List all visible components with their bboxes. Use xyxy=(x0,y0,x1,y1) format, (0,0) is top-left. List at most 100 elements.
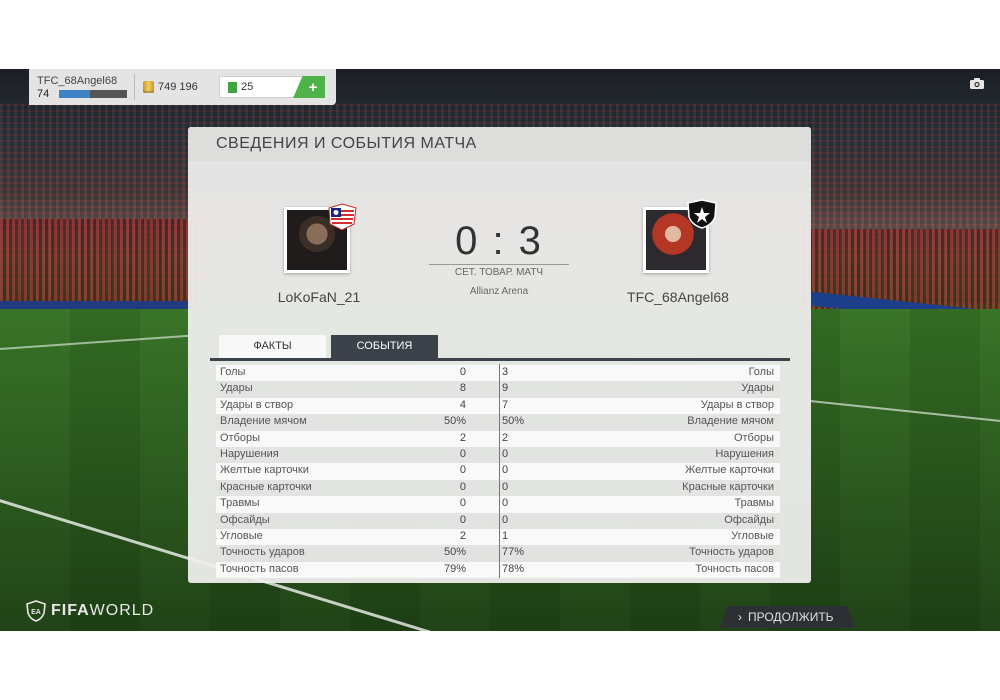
stat-value-home: 0 xyxy=(459,480,466,493)
stat-label-away: Красные карточки xyxy=(682,480,774,493)
stat-row: Точность ударов 50% 77% Точность ударов xyxy=(216,545,780,562)
points-icon xyxy=(228,81,237,93)
stat-label-away: Владение мячом xyxy=(687,415,774,428)
stat-label-away: Травмы xyxy=(734,497,774,510)
player-info[interactable]: TFC_68Angel68 74 xyxy=(29,75,134,100)
match-summary-panel: СВЕДЕНИЯ И СОБЫТИЯ МАТЧА LoKoFaN_21 0 : … xyxy=(188,127,811,583)
stadium-crowd-left xyxy=(0,219,200,309)
stat-row: Желтые карточки 0 0 Желтые карточки xyxy=(216,463,780,480)
stat-value-away: 77% xyxy=(502,546,525,559)
stat-row: Голы 0 3 Голы xyxy=(216,365,780,382)
coins-balance: 749 196 xyxy=(135,81,213,93)
stat-value-away: 0 xyxy=(502,480,509,493)
stat-label-home: Офсайды xyxy=(220,513,270,526)
stat-label-home: Отборы xyxy=(220,431,261,444)
camera-icon[interactable] xyxy=(970,78,984,89)
add-points-button[interactable]: + xyxy=(293,76,325,98)
stat-value-home: 2 xyxy=(459,529,466,542)
tab-facts[interactable]: ФАКТЫ xyxy=(219,335,326,358)
stat-label-away: Голы xyxy=(748,366,774,378)
tab-underline xyxy=(210,358,790,361)
stat-value-home: 50% xyxy=(443,546,466,559)
stat-label-home: Красные карточки xyxy=(220,480,312,493)
stat-value-away: 0 xyxy=(502,497,509,510)
away-team-name: TFC_68Angel68 xyxy=(627,289,729,305)
stat-label-away: Офсайды xyxy=(724,513,774,526)
stat-label-away: Удары в створ xyxy=(700,398,774,411)
stat-value-away: 0 xyxy=(502,447,509,460)
stat-value-away: 2 xyxy=(502,431,509,444)
stat-value-away: 50% xyxy=(502,415,525,428)
xp-progress-bar xyxy=(59,89,127,98)
stat-row: Владение мячом 50% 50% Владение мячом xyxy=(216,414,780,431)
page-title: СВЕДЕНИЯ И СОБЫТИЯ МАТЧА xyxy=(216,135,477,152)
stat-value-home: 8 xyxy=(459,382,466,395)
stat-value-away: 3 xyxy=(502,366,509,378)
stat-label-away: Отборы xyxy=(733,431,774,444)
stat-label-home: Удары в створ xyxy=(220,398,294,411)
stat-label-away: Желтые карточки xyxy=(685,464,774,477)
stat-label-away: Точность пасов xyxy=(695,562,774,575)
match-type: СЕТ. ТОВАР. МАТЧ xyxy=(454,267,544,278)
stat-row: Отборы 2 2 Отборы xyxy=(216,430,780,447)
stat-label-home: Желтые карточки xyxy=(220,464,309,477)
continue-button[interactable]: › ПРОДОЛЖИТЬ xyxy=(720,606,855,628)
stat-value-away: 0 xyxy=(502,464,509,477)
stat-label-home: Нарушения xyxy=(220,447,279,460)
player-hud: TFC_68Angel68 74 749 196 25 + xyxy=(29,69,336,105)
stat-label-away: Угловые xyxy=(731,529,774,542)
points-value: 25 xyxy=(241,81,254,93)
stat-row: Нарушения 0 0 Нарушения xyxy=(216,446,780,464)
stat-label-home: Травмы xyxy=(220,497,260,510)
stat-label-home: Владение мячом xyxy=(220,415,307,428)
club-badge-icon xyxy=(687,199,717,229)
coin-icon xyxy=(143,81,154,93)
stat-label-home: Угловые xyxy=(220,529,263,542)
stat-value-away: 78% xyxy=(502,562,525,575)
chevron-right-icon: › xyxy=(738,610,742,624)
stat-value-home: 0 xyxy=(459,447,466,460)
stats-divider xyxy=(499,364,500,578)
stat-row: Офсайды 0 0 Офсайды xyxy=(216,512,780,529)
continue-label: ПРОДОЛЖИТЬ xyxy=(748,610,834,624)
stat-value-home: 0 xyxy=(459,497,466,510)
tab-events[interactable]: СОБЫТИЯ xyxy=(331,335,438,358)
club-badge-icon xyxy=(328,203,357,231)
stat-value-home: 2 xyxy=(459,431,466,444)
stat-row: Точность пасов 79% 78% Точность пасов xyxy=(216,561,780,579)
stat-label-home: Голы xyxy=(220,366,246,378)
stat-value-home: 79% xyxy=(443,562,466,575)
ea-shield-icon: EA xyxy=(26,600,46,622)
stat-row: Удары в створ 4 7 Удары в створ xyxy=(216,397,780,415)
xp-progress-fill xyxy=(59,89,90,98)
stat-value-home: 50% xyxy=(443,415,466,428)
stat-label-home: Точность пасов xyxy=(220,562,299,575)
stat-row: Травмы 0 0 Травмы xyxy=(216,496,780,513)
score-divider xyxy=(429,264,569,265)
stadium-name: Allianz Arena xyxy=(469,286,529,297)
logo-world-text: WORLD xyxy=(89,602,155,619)
logo-fifa-text: FIFA xyxy=(51,602,90,619)
player-level: 74 xyxy=(37,87,50,100)
stat-value-away: 9 xyxy=(502,382,509,395)
stat-label-home: Удары xyxy=(220,382,253,395)
stat-value-away: 7 xyxy=(502,398,509,411)
stat-value-away: 0 xyxy=(502,513,509,526)
svg-text:EA: EA xyxy=(31,609,41,616)
fifa-world-logo: EA FIFA WORLD xyxy=(26,600,154,622)
home-team-name: LoKoFaN_21 xyxy=(277,289,361,305)
match-stats-table: Голы 0 3 Голы Удары 8 9 Удары Удары в створ 4 7 Уда… xyxy=(216,365,780,579)
stat-row: Угловые 2 1 Угловые xyxy=(216,528,780,546)
match-score: 0 : 3 xyxy=(455,219,543,263)
stat-label-away: Нарушения xyxy=(715,447,774,460)
stat-label-home: Точность ударов xyxy=(220,546,305,559)
player-name: TFC_68Angel68 xyxy=(37,74,118,87)
stat-value-home: 4 xyxy=(459,398,466,411)
stat-value-away: 1 xyxy=(502,529,509,542)
stat-value-home: 0 xyxy=(459,366,466,378)
points-balance: 25 + xyxy=(219,76,325,98)
coins-value: 749 196 xyxy=(158,81,198,93)
stat-label-away: Удары xyxy=(741,382,774,395)
stat-row: Красные карточки 0 0 Красные карточки xyxy=(216,479,780,497)
stat-value-home: 0 xyxy=(459,513,466,526)
